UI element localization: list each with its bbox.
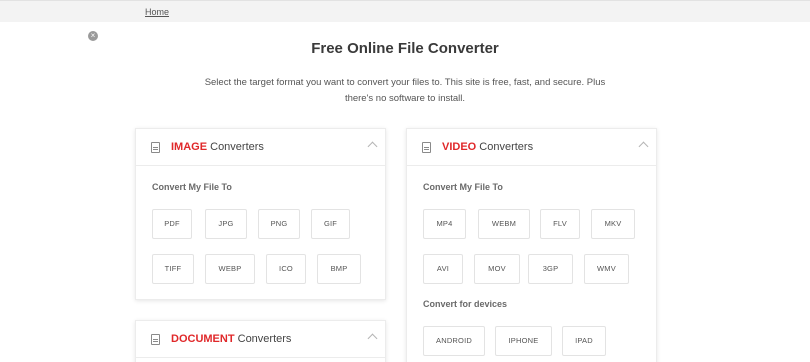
format-button-jpg[interactable]: JPG (205, 209, 247, 239)
chevron-up-icon[interactable] (367, 333, 378, 344)
format-button-avi[interactable]: AVI (423, 254, 463, 284)
image-converters-card: IMAGE Converters Convert My File To PDF … (135, 128, 386, 300)
image-converters-header[interactable]: IMAGE Converters (136, 129, 385, 166)
format-button-tiff[interactable]: TIFF (152, 254, 194, 284)
image-file-icon (151, 142, 160, 153)
format-button-webm[interactable]: WEBM (478, 209, 530, 239)
format-button-wmv[interactable]: WMV (584, 254, 629, 284)
video-converters-title: VIDEO Converters (442, 141, 534, 153)
page-subtitle: Select the target format you want to con… (185, 75, 625, 107)
document-file-icon (151, 334, 160, 345)
video-converters-header[interactable]: VIDEO Converters (407, 129, 656, 166)
chevron-up-icon[interactable] (638, 141, 649, 152)
video-converters-card: VIDEO Converters Convert My File To MP4 … (406, 128, 657, 362)
format-button-bmp[interactable]: BMP (317, 254, 361, 284)
device-button-android[interactable]: ANDROID (423, 326, 485, 356)
image-section-label: Convert My File To (152, 182, 232, 192)
document-converters-header[interactable]: DOCUMENT Converters (136, 321, 385, 358)
format-button-mov[interactable]: MOV (474, 254, 520, 284)
format-button-mp4[interactable]: MP4 (423, 209, 466, 239)
device-button-ipad[interactable]: IPAD (562, 326, 606, 356)
format-button-flv[interactable]: FLV (540, 209, 580, 239)
image-converters-title: IMAGE Converters (171, 141, 264, 153)
format-button-mkv[interactable]: MKV (591, 209, 635, 239)
format-button-webp[interactable]: WEBP (205, 254, 255, 284)
document-converters-title: DOCUMENT Converters (171, 333, 292, 345)
chevron-up-icon[interactable] (367, 141, 378, 152)
device-button-iphone[interactable]: IPHONE (495, 326, 552, 356)
video-file-icon (422, 142, 431, 153)
devices-section-label: Convert for devices (423, 299, 508, 309)
format-button-png[interactable]: PNG (258, 209, 300, 239)
format-button-ico[interactable]: ICO (266, 254, 306, 284)
video-section-label: Convert My File To (423, 182, 503, 192)
top-bar: Home (0, 0, 810, 22)
format-button-pdf[interactable]: PDF (152, 209, 192, 239)
page-title: Free Online File Converter (311, 40, 499, 57)
document-converters-card: DOCUMENT Converters (135, 320, 386, 362)
subtitle-line-1: Select the target format you want to con… (204, 77, 606, 88)
subtitle-line-2: there's no software to install. (344, 93, 466, 104)
format-button-gif[interactable]: GIF (311, 209, 350, 239)
format-button-3gp[interactable]: 3GP (528, 254, 573, 284)
breadcrumb-home[interactable]: Home (145, 7, 169, 17)
